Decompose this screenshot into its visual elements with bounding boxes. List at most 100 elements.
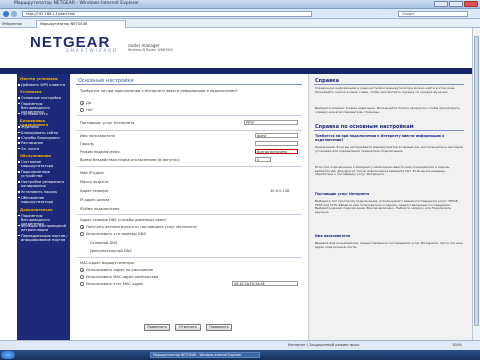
test-button[interactable]: Проверить (206, 324, 232, 331)
bullet-icon (18, 191, 20, 193)
sidebar-item-label: Обновление маршрутизатора (21, 195, 54, 204)
nav-section-title[interactable]: Установка (20, 90, 42, 94)
sidebar-item[interactable]: Гостевая сеть (18, 112, 69, 116)
window-titlebar: Маршрутизатор NETGEAR - Windows Internet… (0, 0, 480, 9)
sidebar-item-label: Установить пароль (21, 190, 58, 195)
sidebar-item[interactable]: Блокировать сайты (18, 130, 69, 135)
scrollbar-thumb[interactable] (474, 36, 479, 326)
sidebar-item[interactable]: Состояние маршрутизатора (18, 160, 69, 168)
login-question: Требуется ли при подключении к Интернету… (80, 89, 238, 93)
sidebar-item[interactable]: Подключенные устройства (18, 170, 69, 178)
bullet-icon (18, 181, 20, 183)
help-text: Если при подключении к Интернету необход… (315, 165, 451, 177)
bullet-icon (18, 224, 20, 227)
sidebar-nav: Мастер установки Добавить WPS клиента Уста… (17, 74, 70, 340)
help-panel: Справка Справочную информацию в ходе нас… (308, 74, 472, 340)
forward-arrow-icon[interactable] (11, 11, 17, 17)
close-button[interactable] (464, 1, 478, 7)
vertical-scrollbar[interactable] (472, 28, 480, 350)
idle-input[interactable]: 5 (255, 157, 271, 162)
help-subtitle: Поставщик услуг Интернета (315, 192, 370, 196)
sidebar-item[interactable]: Функции беспроводной ретрансляции (18, 223, 69, 232)
mac-default-label: Использовать адрес по умолчанию (86, 268, 153, 272)
dns-secondary-label: Дополнительный DNS (90, 249, 132, 253)
search-input[interactable]: Google (398, 11, 468, 17)
mac-this-radio[interactable] (80, 282, 84, 286)
help-divider (314, 130, 464, 131)
sidebar-item[interactable]: Журналы (18, 125, 69, 130)
mac-default-radio[interactable] (80, 268, 84, 272)
cancel-button[interactable]: Отменить (175, 324, 201, 331)
password-label: Пароль (80, 142, 94, 146)
sidebar-item-label: Добавить WPS клиента (21, 83, 66, 87)
maximize-button[interactable] (449, 1, 463, 7)
nav-section-title[interactable]: Мастер установки (20, 77, 58, 81)
dns-manual-radio[interactable] (80, 232, 84, 236)
bullet-icon (18, 161, 20, 163)
sidebar-item[interactable]: Расписание (18, 141, 69, 145)
help-text: Введите имя пользователя, предоставленно… (315, 241, 463, 249)
bullet-icon (18, 137, 20, 139)
my-ip-label: Мой IP-адрес (80, 171, 105, 175)
smartwizard-label: SMARTWIZARD (66, 48, 119, 53)
server-label: Адрес сервера (80, 189, 108, 193)
provider-select[interactable]: PPTP (244, 120, 298, 125)
router-header: NETGEAR SMARTWIZARD router manager Wirel… (0, 28, 472, 68)
bullet-icon (18, 234, 20, 237)
login-yes-radio[interactable] (80, 101, 84, 105)
sidebar-item[interactable]: Эл. почта (18, 146, 69, 151)
address-bar: http://192.168.1.1/start.htm Google (0, 9, 480, 19)
sidebar-item[interactable]: Добавить WPS клиента (18, 83, 69, 87)
bullet-icon (18, 84, 20, 86)
sidebar-item[interactable]: Настройки резервного копирования (18, 180, 69, 188)
mac-title: MAC-адрес маршрутизатора (80, 261, 134, 265)
mac-input[interactable]: 00:1E:2A:F0:3A:9E (232, 281, 298, 286)
dns-title: Адрес сервера DNS (службы доменных имен) (80, 218, 167, 222)
divider (76, 257, 302, 258)
help-text: Выберите элемент в меню навигации. Испол… (315, 106, 460, 114)
bullet-icon (18, 126, 20, 128)
help-divider (314, 84, 464, 85)
sidebar-item[interactable]: Основные настройки (18, 96, 69, 100)
sidebar-item-label: Блокировать сайты (21, 130, 59, 135)
bullet-icon (18, 147, 20, 150)
taskbar: Маршрутизатор NETGEAR - Windows Internet… (0, 350, 480, 360)
nav-section-title[interactable]: Обслуживание (20, 154, 51, 158)
bullet-icon (18, 171, 20, 173)
bullet-icon (18, 196, 20, 199)
password-input[interactable] (255, 141, 298, 146)
bullet-icon (18, 214, 20, 217)
mode-select[interactable]: Всегда включено (255, 149, 298, 154)
back-arrow-icon[interactable] (3, 11, 9, 17)
apply-button[interactable]: Применить (144, 324, 170, 331)
sidebar-item[interactable]: Обновление маршрутизатора (18, 195, 69, 204)
mac-computer-radio[interactable] (80, 275, 84, 279)
zoom-level[interactable]: 100% (452, 343, 462, 347)
url-input[interactable]: http://192.168.1.1/start.htm (22, 11, 312, 17)
sidebar-item-label: Переадресация портов / инициирование пор… (21, 233, 68, 242)
nav-section-title[interactable]: Дополнительно (20, 208, 53, 212)
sidebar-item[interactable]: Переадресация портов / инициирование пор… (18, 233, 69, 242)
sidebar-item[interactable]: Службы блокировки (18, 136, 69, 140)
dns-auto-radio[interactable] (80, 225, 84, 229)
login-yes-label: Да (86, 101, 92, 105)
taskbar-item-browser[interactable]: Маршрутизатор NETGEAR - Windows Internet… (150, 352, 260, 358)
browser-tab[interactable]: Маршрутизатор NETGEAR (36, 20, 126, 28)
favorites-button[interactable]: Избранное (2, 21, 22, 27)
help-text: Примечание. Если вы настраиваете маршрут… (315, 145, 463, 153)
status-bar: Интернет | Защищенный режим: выкл. 100% (0, 340, 480, 350)
minimize-button[interactable] (434, 1, 448, 7)
conn-id-label: ID/Имя подключения (80, 207, 120, 211)
login-no-radio[interactable] (80, 108, 84, 112)
title-divider (76, 84, 302, 85)
sidebar-item-label: Эл. почта (21, 146, 40, 151)
mask-label: Маска подсети (80, 180, 109, 184)
start-button[interactable] (1, 351, 15, 359)
sidebar-item-label: Журналы (21, 125, 39, 130)
sidebar-item-label: Функции беспроводной ретрансляции (21, 223, 66, 232)
mac-computer-label: Использовать MAC-адрес компьютера (86, 275, 159, 279)
sidebar-item[interactable]: Установить пароль (18, 190, 69, 195)
login-no-label: Нет (86, 108, 94, 112)
window-title: Маршрутизатор NETGEAR - Windows Internet… (14, 1, 140, 6)
login-input[interactable]: guest (255, 133, 298, 138)
